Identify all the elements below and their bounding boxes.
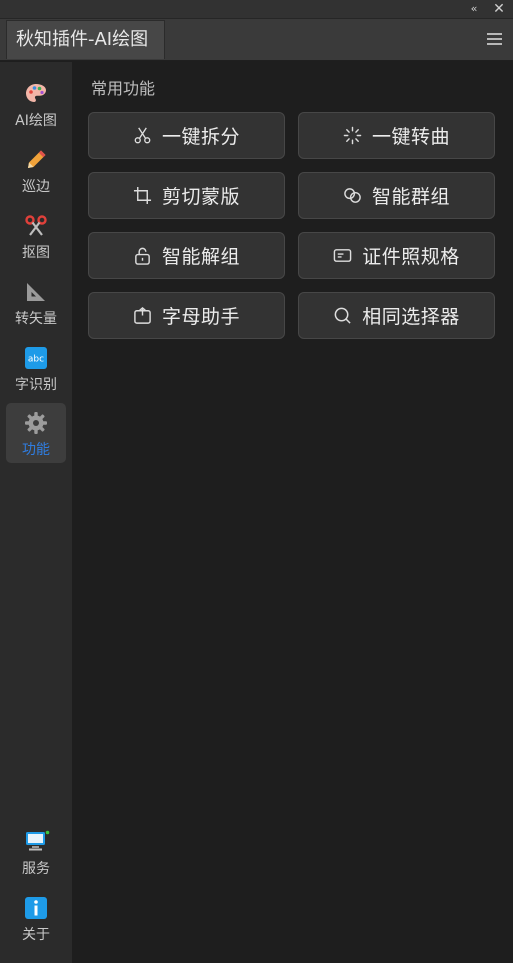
panel-titlebar: ‹‹ ✕ bbox=[0, 0, 513, 19]
triangle-ruler-icon bbox=[27, 283, 45, 301]
sidebar: AI绘图 巡边 抠图 转矢量 abc 字识别 功能 服务 关于 bbox=[0, 62, 72, 963]
sidebar-item-vectorize[interactable]: 转矢量 bbox=[6, 272, 66, 332]
letter-assistant-button[interactable]: 字母助手 bbox=[88, 292, 285, 339]
sidebar-item-label: 功能 bbox=[22, 442, 50, 458]
pencil-icon bbox=[28, 150, 46, 168]
unlock-icon bbox=[135, 247, 150, 265]
spinner-icon bbox=[343, 126, 362, 145]
info-icon bbox=[25, 897, 47, 919]
button-label: 相同选择器 bbox=[362, 306, 460, 328]
sidebar-item-label: 抠图 bbox=[22, 245, 50, 261]
main-panel: 常用功能 一键拆分 一键转曲 剪切蒙版 智能群组 智能解组 证件照规格 字母助手… bbox=[72, 62, 513, 963]
abc-text-icon: abc bbox=[25, 347, 47, 369]
button-label: 字母助手 bbox=[161, 306, 240, 328]
box-icon bbox=[134, 306, 151, 324]
scissors-icon bbox=[134, 127, 151, 144]
monitor-icon bbox=[26, 830, 50, 851]
sidebar-item-functions[interactable]: 功能 bbox=[6, 403, 66, 463]
button-label: 一键转曲 bbox=[371, 126, 450, 148]
sidebar-item-about[interactable]: 关于 bbox=[6, 888, 66, 948]
sidebar-item-service[interactable]: 服务 bbox=[6, 822, 66, 882]
panel-tab[interactable]: 秋知插件-AI绘图 bbox=[6, 20, 165, 59]
sidebar-item-label: AI绘图 bbox=[15, 113, 57, 129]
svg-text:abc: abc bbox=[28, 355, 44, 365]
collapse-panel-button[interactable]: ‹‹ bbox=[464, 1, 482, 17]
sidebar-item-cutout[interactable]: 抠图 bbox=[6, 206, 66, 266]
link-group-icon bbox=[344, 188, 361, 203]
sidebar-item-label: 服务 bbox=[22, 861, 50, 877]
tab-bar: 秋知插件-AI绘图 bbox=[0, 19, 513, 61]
sidebar-item-label: 转矢量 bbox=[15, 311, 57, 327]
hamburger-menu-icon[interactable] bbox=[487, 33, 502, 45]
sidebar-item-label: 巡边 bbox=[22, 179, 50, 195]
gear-icon bbox=[25, 412, 47, 434]
palette-icon bbox=[26, 84, 46, 102]
button-label: 一键拆分 bbox=[161, 126, 240, 148]
search-icon bbox=[334, 307, 351, 324]
split-button[interactable]: 一键拆分 bbox=[88, 112, 285, 159]
convert-to-curves-button[interactable]: 一键转曲 bbox=[298, 112, 495, 159]
sidebar-item-edge-tracing[interactable]: 巡边 bbox=[6, 140, 66, 200]
sidebar-item-text-recognition[interactable]: abc 字识别 bbox=[6, 338, 66, 398]
close-panel-button[interactable]: ✕ bbox=[490, 1, 508, 17]
button-label: 智能解组 bbox=[161, 246, 240, 268]
smart-ungroup-button[interactable]: 智能解组 bbox=[88, 232, 285, 279]
scissors-icon bbox=[25, 215, 47, 236]
button-label: 剪切蒙版 bbox=[161, 186, 240, 208]
sidebar-item-label: 关于 bbox=[22, 927, 50, 943]
clipping-mask-button[interactable]: 剪切蒙版 bbox=[88, 172, 285, 219]
button-label: 证件照规格 bbox=[362, 246, 460, 268]
sidebar-item-ai-drawing[interactable]: AI绘图 bbox=[6, 74, 66, 134]
smart-group-button[interactable]: 智能群组 bbox=[298, 172, 495, 219]
id-card-icon bbox=[333, 249, 352, 262]
sidebar-item-label: 字识别 bbox=[15, 377, 57, 393]
same-selector-button[interactable]: 相同选择器 bbox=[298, 292, 495, 339]
crop-icon bbox=[133, 186, 152, 205]
button-label: 智能群组 bbox=[371, 186, 450, 208]
id-photo-spec-button[interactable]: 证件照规格 bbox=[298, 232, 495, 279]
section-title: 常用功能 bbox=[91, 79, 156, 98]
